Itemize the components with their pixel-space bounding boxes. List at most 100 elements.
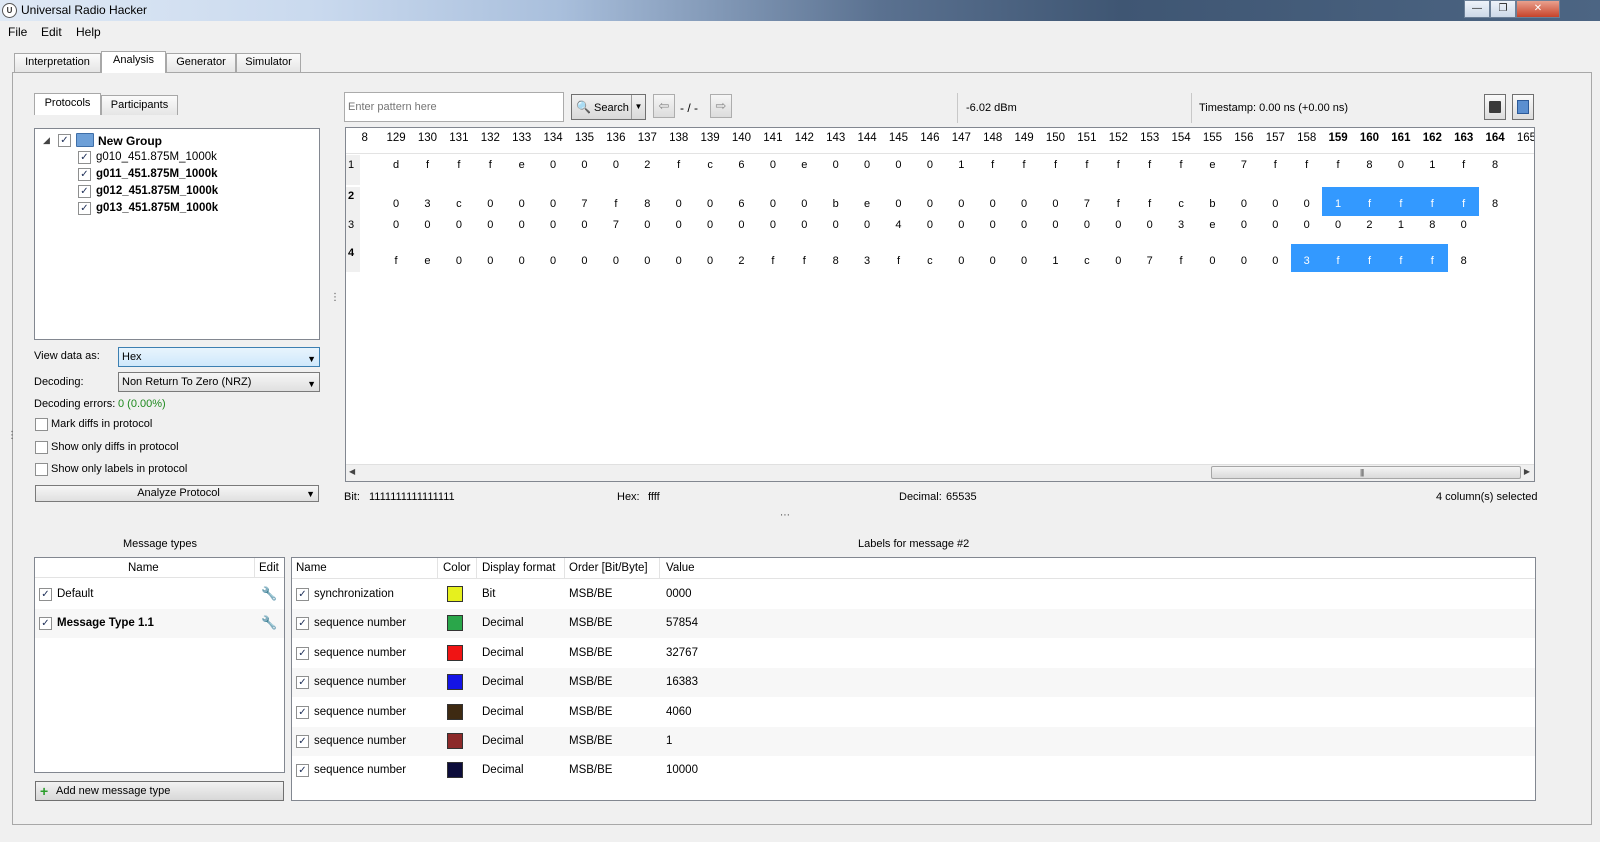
table-cell[interactable]: 1 [1040, 244, 1071, 272]
table-cell[interactable]: f [1071, 155, 1102, 185]
table-cell[interactable]: 0 [914, 187, 945, 216]
label-name[interactable]: synchronization [314, 588, 394, 600]
column-header[interactable]: 150 [1040, 132, 1071, 150]
group-name[interactable]: New Group [98, 134, 162, 148]
tab-simulator[interactable]: Simulator [236, 53, 301, 72]
row-header[interactable]: 2 [346, 187, 360, 216]
table-cell[interactable]: 0 [1322, 216, 1353, 244]
table-cell[interactable]: 0 [380, 187, 411, 216]
table-cell[interactable]: 0 [1040, 216, 1071, 244]
label-checkbox[interactable]: ✓ [296, 764, 309, 778]
label-color-swatch[interactable] [447, 644, 463, 661]
scrollbar-thumb[interactable]: ||| [1211, 466, 1521, 479]
column-header[interactable]: 130 [412, 132, 443, 150]
label-color-swatch[interactable] [447, 762, 463, 779]
table-cell[interactable]: 0 [663, 216, 694, 244]
header-value[interactable]: Value [666, 562, 695, 574]
table-cell[interactable]: f [1103, 187, 1134, 216]
table-cell[interactable]: 0 [1385, 155, 1416, 185]
table-cell[interactable]: 0 [694, 187, 725, 216]
table-cell[interactable]: f [1008, 155, 1039, 185]
table-cell[interactable]: 0 [1291, 216, 1322, 244]
label-color-swatch[interactable] [447, 733, 463, 749]
table-cell[interactable]: f [1416, 244, 1448, 272]
label-order[interactable]: MSB/BE [569, 764, 612, 776]
table-cell[interactable]: f [1103, 155, 1134, 185]
column-header[interactable]: 136 [600, 132, 631, 150]
table-cell[interactable]: 0 [537, 155, 568, 185]
row-header[interactable]: 1 [346, 155, 360, 185]
table-cell[interactable]: 0 [475, 187, 506, 216]
table-cell[interactable]: 2 [1354, 216, 1385, 244]
table-cell[interactable]: 6 [726, 187, 757, 216]
view-data-select[interactable]: Hex ▼ [118, 347, 320, 367]
table-cell[interactable]: f [1353, 187, 1386, 216]
label-order[interactable]: MSB/BE [569, 617, 612, 629]
mark-diffs-label[interactable]: Mark diffs in protocol [51, 418, 152, 430]
column-header[interactable]: 141 [757, 132, 788, 150]
table-cell[interactable]: 0 [1008, 187, 1039, 216]
analyze-protocol-button[interactable]: Analyze Protocol ▼ [35, 485, 319, 502]
table-cell[interactable]: 0 [475, 244, 506, 272]
table-cell[interactable]: 1 [1385, 216, 1416, 244]
table-cell[interactable]: b [1197, 187, 1228, 216]
label-color-swatch[interactable] [447, 615, 463, 632]
menu-file[interactable]: File [8, 25, 27, 39]
table-cell[interactable]: 0 [914, 155, 945, 185]
table-cell[interactable]: f [1165, 244, 1196, 272]
table-cell[interactable]: 0 [789, 216, 820, 244]
table-cell[interactable]: f [443, 155, 474, 185]
table-cell[interactable]: f [412, 155, 443, 185]
scroll-left-icon[interactable]: ◀ [349, 467, 355, 476]
protocol-checkbox[interactable]: ✓ [78, 185, 91, 198]
load-button[interactable] [1512, 94, 1534, 120]
column-header[interactable]: 134 [537, 132, 568, 150]
row-header[interactable]: 3 [346, 216, 360, 244]
column-header[interactable]: 146 [914, 132, 945, 150]
table-cell[interactable]: 3 [412, 187, 443, 216]
table-cell[interactable]: 2 [726, 244, 757, 272]
table-cell[interactable]: 0 [537, 216, 568, 244]
protocol-tree[interactable]: ◢ ✓ New Group ✓ g010_451.875M_1000k ✓ g0… [34, 128, 320, 340]
table-cell[interactable]: 0 [569, 216, 600, 244]
tab-generator[interactable]: Generator [166, 53, 236, 72]
table-cell[interactable]: f [1134, 155, 1165, 185]
table-cell[interactable]: 8 [1479, 187, 1510, 216]
table-cell[interactable]: 7 [1134, 244, 1165, 272]
table-cell[interactable]: 4 [883, 216, 914, 244]
table-cell[interactable]: 0 [663, 187, 694, 216]
table-cell[interactable]: f [1322, 155, 1353, 185]
table-cell[interactable]: 0 [1103, 244, 1134, 272]
table-cell[interactable]: 1 [1322, 187, 1354, 216]
table-cell[interactable]: 0 [977, 244, 1008, 272]
column-header[interactable]: 148 [977, 132, 1008, 150]
close-button[interactable]: ✕ [1516, 0, 1560, 18]
table-cell[interactable]: f [1416, 187, 1448, 216]
table-cell[interactable]: 0 [1260, 187, 1291, 216]
table-cell[interactable]: 0 [914, 216, 945, 244]
table-cell[interactable]: f [475, 155, 506, 185]
table-cell[interactable]: 0 [632, 244, 663, 272]
table-cell[interactable]: 0 [380, 216, 411, 244]
column-header[interactable]: 145 [883, 132, 914, 150]
column-header[interactable]: 131 [443, 132, 474, 150]
previous-result-button[interactable]: ⇦ [653, 94, 675, 118]
table-cell[interactable]: 0 [757, 187, 788, 216]
table-cell[interactable]: 0 [506, 244, 537, 272]
search-mode-arrow-icon[interactable]: ▼ [631, 95, 645, 119]
wrench-icon[interactable]: 🔧 [261, 615, 277, 631]
table-cell[interactable]: 0 [1197, 244, 1228, 272]
table-cell[interactable]: d [380, 155, 411, 185]
table-cell[interactable]: 0 [1228, 216, 1259, 244]
decoding-select[interactable]: Non Return To Zero (NRZ) ▼ [118, 372, 320, 392]
table-cell[interactable]: 7 [569, 187, 600, 216]
tab-protocols[interactable]: Protocols [34, 93, 101, 115]
table-cell[interactable]: 0 [1071, 216, 1102, 244]
table-cell[interactable]: 0 [757, 155, 788, 185]
column-header[interactable]: 138 [663, 132, 694, 150]
splitter-handle[interactable]: ⋮ [330, 292, 340, 303]
show-diffs-label[interactable]: Show only diffs in protocol [51, 441, 179, 453]
table-cell[interactable]: f [789, 244, 820, 272]
next-result-button[interactable]: ⇨ [710, 94, 732, 118]
header-color[interactable]: Color [443, 562, 470, 574]
